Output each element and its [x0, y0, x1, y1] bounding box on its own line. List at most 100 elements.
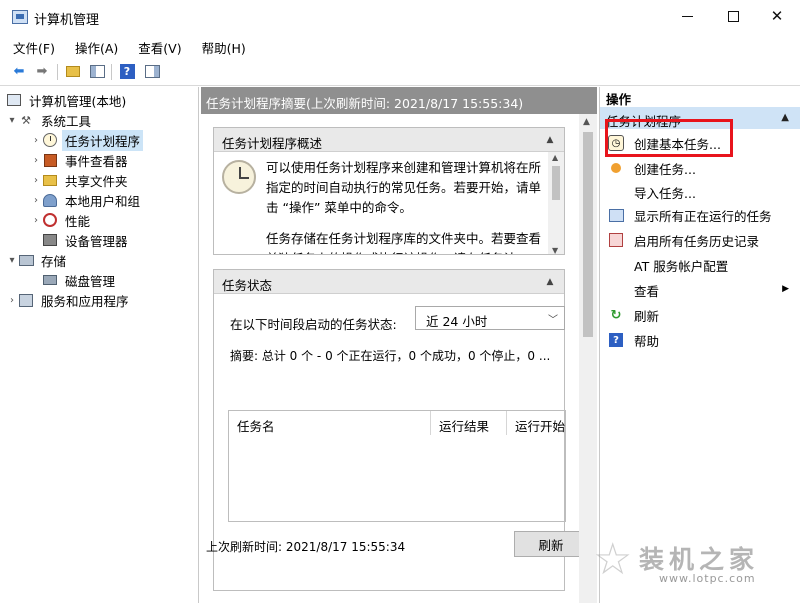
scroll-thumb[interactable]	[583, 132, 593, 337]
overview-section-header[interactable]: 任务计划程序概述 ▲	[214, 128, 564, 152]
action-create-task[interactable]: 创建任务...	[600, 156, 800, 180]
back-arrow-icon[interactable]: ⬅	[10, 62, 28, 80]
clock-icon	[43, 133, 57, 147]
tree-item-disk-management[interactable]: 磁盘管理	[42, 270, 118, 290]
overview-section: 任务计划程序概述 ▲ 可以使用任务计划程序来创建和管理计算机将在所指定的时间自动…	[213, 127, 565, 255]
up-folder-icon[interactable]	[64, 62, 82, 80]
tree-item-storage[interactable]: ▾ 存储	[6, 250, 69, 270]
column-header-run-start[interactable]: 运行开始	[507, 411, 565, 435]
maximize-button[interactable]	[710, 0, 756, 32]
show-hide-tree-icon[interactable]	[88, 62, 106, 80]
action-label: 导入任务...	[634, 185, 696, 201]
action-label: 查看	[634, 283, 660, 299]
help-icon[interactable]: ?	[118, 62, 136, 80]
tree-item-event-viewer[interactable]: › 事件查看器	[30, 150, 131, 170]
overview-paragraph: 可以使用任务计划程序来创建和管理计算机将在所指定的时间自动执行的常见任务。若要开…	[266, 160, 542, 215]
status-filter-label: 在以下时间段启动的任务状态:	[230, 317, 397, 332]
toolbar-separator	[111, 64, 112, 80]
tree-item-local-users[interactable]: › 本地用户和组	[30, 190, 143, 210]
collapsed-caret-icon[interactable]: ›	[30, 175, 42, 186]
task-status-section-header[interactable]: 任务状态 ▲	[214, 270, 564, 294]
overview-body: 可以使用任务计划程序来创建和管理计算机将在所指定的时间自动执行的常见任务。若要开…	[214, 152, 564, 254]
action-enable-history[interactable]: 启用所有任务历史记录	[600, 228, 800, 252]
watermark-url: www.lotpc.com	[659, 572, 756, 585]
show-hide-action-pane-icon[interactable]	[143, 62, 161, 80]
menu-file[interactable]: 文件(F)	[0, 35, 62, 57]
overview-paragraph: 任务存储在任务计划程序库的文件夹中。若要查看单独任务上的操作或执行该操作，请在任…	[266, 231, 542, 254]
minimize-icon	[681, 15, 693, 17]
tree-item-system-tools[interactable]: ▾ ⚒ 系统工具	[6, 110, 94, 130]
column-header-task-name[interactable]: 任务名	[229, 411, 431, 435]
scroll-down-icon[interactable]: ▼	[552, 246, 558, 254]
collapsed-caret-icon[interactable]: ›	[30, 155, 42, 166]
help-icon: ?	[608, 332, 624, 348]
expanded-caret-icon[interactable]: ▾	[6, 115, 18, 126]
watermark: ☆ 装机之家 www.lotpc.com	[593, 530, 800, 600]
collapsed-caret-icon[interactable]: ›	[6, 295, 18, 306]
disk-icon	[43, 275, 57, 285]
navigation-tree: 计算机管理(本地) ▾ ⚒ 系统工具 › 任务计划程序 › 事件查看器 › 共享…	[0, 87, 199, 603]
last-refresh-text: 上次刷新时间: 2021/8/17 15:55:34	[206, 540, 406, 554]
window-title: 计算机管理	[34, 13, 100, 28]
action-at-service-config[interactable]: AT 服务帐户配置	[600, 253, 800, 277]
content-pane: 任务计划程序摘要(上次刷新时间: 2021/8/17 15:55:34) 任务计…	[201, 87, 597, 603]
action-import-task[interactable]: 导入任务...	[600, 180, 800, 204]
menu-help[interactable]: 帮助(H)	[189, 35, 253, 57]
status-period-select[interactable]: 近 24 小时 ﹀	[415, 306, 565, 330]
collapse-up-icon[interactable]: ▲	[544, 276, 556, 288]
collapsed-caret-icon[interactable]: ›	[30, 195, 42, 206]
action-refresh[interactable]: ↻ 刷新	[600, 303, 800, 327]
users-icon	[43, 193, 57, 207]
action-view[interactable]: 查看 ▶	[600, 278, 800, 302]
action-show-running-tasks[interactable]: 显示所有正在运行的任务	[600, 203, 800, 227]
collapsed-caret-icon[interactable]: ›	[30, 135, 42, 146]
collapse-up-icon[interactable]: ▲	[781, 112, 789, 123]
tree-item-root[interactable]: 计算机管理(本地)	[6, 90, 129, 110]
services-icon	[19, 293, 33, 307]
actions-pane: 操作 任务计划程序 ▲ ◷ 创建基本任务... 创建任务... 导入任务... …	[599, 87, 800, 603]
close-icon: ✕	[770, 7, 784, 25]
menu-action[interactable]: 操作(A)	[62, 35, 125, 57]
watermark-text: 装机之家	[639, 545, 760, 574]
tree-item-device-manager[interactable]: 设备管理器	[42, 230, 131, 250]
highlight-annotation	[605, 119, 733, 157]
tree-label: 设备管理器	[65, 233, 128, 249]
scroll-thumb[interactable]	[552, 166, 560, 200]
scroll-up-icon[interactable]: ▲	[583, 117, 590, 127]
tree-item-services[interactable]: › 服务和应用程序	[6, 290, 132, 310]
forward-arrow-icon[interactable]: ➡	[33, 62, 51, 80]
menu-view[interactable]: 查看(V)	[125, 35, 188, 57]
tree-item-performance[interactable]: › 性能	[30, 210, 93, 230]
overview-scrollbar[interactable]: ▲ ▼	[548, 152, 564, 254]
tree-label: 服务和应用程序	[41, 293, 129, 309]
chevron-down-icon: ﹀	[548, 315, 558, 326]
shared-folder-icon	[43, 174, 57, 186]
action-help[interactable]: ? 帮助	[600, 328, 800, 352]
toolbar: ⬅ ➡ ?	[0, 58, 800, 86]
refresh-button[interactable]: 刷新	[514, 531, 588, 557]
tree-label: 本地用户和组	[65, 193, 141, 209]
tree-label: 磁盘管理	[65, 273, 116, 289]
maximize-icon	[727, 10, 739, 22]
tree-label: 任务计划程序	[62, 129, 144, 151]
submenu-arrow-icon: ▶	[782, 284, 789, 294]
status-summary: 摘要: 总计 0 个 - 0 个正在运行，0 个成功，0 个停止，0 ...	[230, 349, 551, 363]
tree-label: 计算机管理(本地)	[29, 93, 127, 109]
scroll-up-icon[interactable]: ▲	[552, 153, 558, 162]
action-label: 启用所有任务历史记录	[634, 233, 760, 249]
close-button[interactable]: ✕	[754, 0, 800, 32]
collapse-up-icon[interactable]: ▲	[544, 134, 556, 146]
tree-label: 事件查看器	[65, 153, 128, 169]
action-label: 创建任务...	[634, 161, 696, 177]
menu-bar: 文件(F) 操作(A) 查看(V) 帮助(H)	[0, 35, 800, 57]
column-header-run-result[interactable]: 运行结果	[431, 411, 507, 435]
expanded-caret-icon[interactable]: ▾	[6, 255, 18, 266]
tree-item-shared-folders[interactable]: › 共享文件夹	[30, 170, 131, 190]
minimize-button[interactable]	[664, 0, 710, 32]
tree-label: 存储	[41, 253, 67, 269]
tools-icon: ⚒	[21, 113, 31, 127]
tree-item-task-scheduler[interactable]: › 任务计划程序	[30, 129, 144, 151]
create-task-icon	[608, 160, 624, 176]
collapsed-caret-icon[interactable]: ›	[30, 215, 42, 226]
event-viewer-icon	[43, 153, 57, 167]
